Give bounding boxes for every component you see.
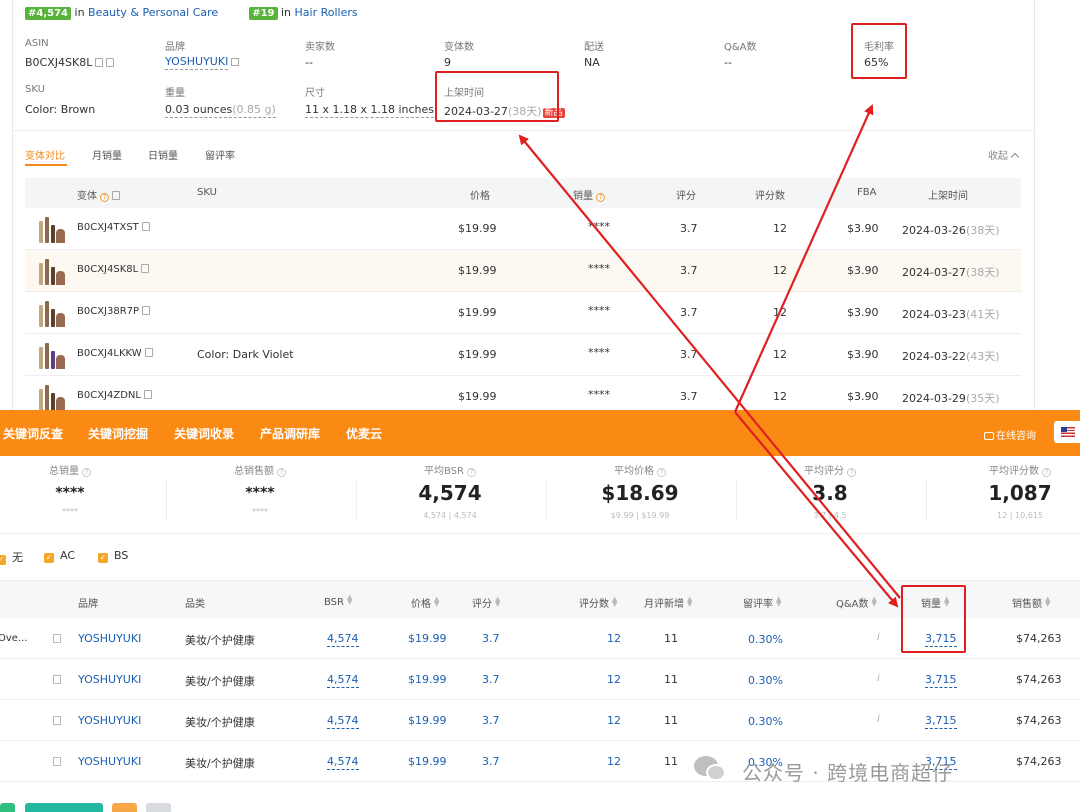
arrow-to-sales (734, 411, 899, 608)
arrow-to-margin (733, 104, 874, 413)
arrow-to-launch-date (518, 134, 901, 599)
annotation-arrows (518, 104, 901, 608)
